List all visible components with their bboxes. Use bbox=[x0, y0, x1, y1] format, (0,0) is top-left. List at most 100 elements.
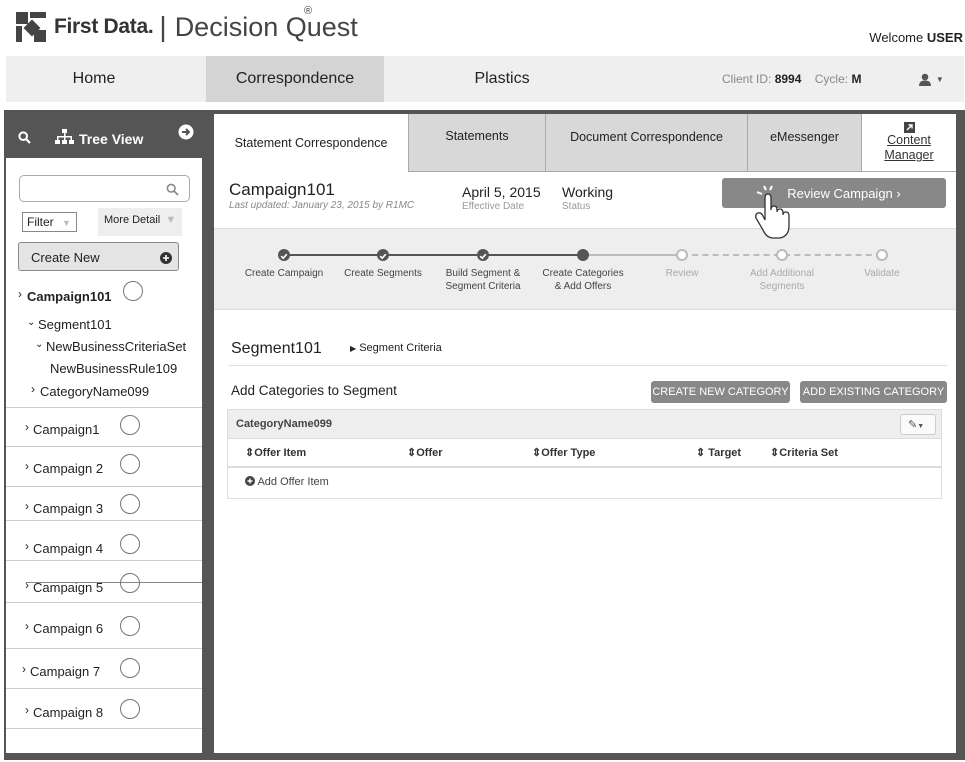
segment-title: Segment101 bbox=[231, 340, 322, 357]
nav-tab-home[interactable]: Home bbox=[6, 56, 182, 102]
progress-line-partial bbox=[583, 254, 682, 256]
tree-item-category[interactable]: › CategoryName099 bbox=[6, 380, 202, 408]
campaign-list-item[interactable]: › Campaign 5 bbox=[6, 561, 202, 603]
step-indicator-done[interactable] bbox=[278, 249, 290, 261]
step-label: Review bbox=[632, 267, 732, 280]
chevron-right-icon: › bbox=[25, 703, 29, 717]
campaign-select-circle[interactable] bbox=[120, 573, 140, 593]
tab-statements[interactable]: Statements bbox=[408, 114, 545, 172]
nav-tab-plastics[interactable]: Plastics bbox=[406, 56, 598, 102]
tree-item-segment[interactable]: ⌄ Segment101 bbox=[6, 314, 202, 336]
step-indicator-todo[interactable] bbox=[776, 249, 788, 261]
column-header-offer[interactable]: ⇕Offer bbox=[407, 446, 443, 459]
campaign-select-circle[interactable] bbox=[120, 699, 140, 719]
arrow-right-circle-icon[interactable] bbox=[178, 124, 194, 140]
step-indicator-todo[interactable] bbox=[676, 249, 688, 261]
last-updated-text: Last updated: January 23, 2015 by R1MC bbox=[229, 200, 415, 211]
campaign-select-circle[interactable] bbox=[120, 658, 140, 678]
campaign-list-item[interactable]: › Campaign 8 bbox=[6, 689, 202, 729]
effective-date-label: Effective Date bbox=[462, 201, 525, 212]
campaign-title: Campaign101 bbox=[229, 180, 335, 199]
user-menu-button[interactable]: ▼ bbox=[918, 70, 944, 86]
top-navigation: Home Correspondence Plastics Client ID: … bbox=[6, 56, 964, 102]
step-label-line: Segments bbox=[759, 281, 805, 292]
campaign-select-circle[interactable] bbox=[120, 415, 140, 435]
step-label: Create Segments bbox=[333, 267, 433, 280]
progress-line-complete bbox=[284, 254, 583, 256]
search-icon[interactable] bbox=[18, 131, 31, 144]
progress-steps: Create Campaign Create Segments Build Segm… bbox=[214, 228, 956, 310]
chevron-right-icon: › bbox=[31, 382, 35, 396]
step-indicator-done[interactable] bbox=[477, 249, 489, 261]
tree-item-criteria-set[interactable]: ⌄ NewBusinessCriteriaSet bbox=[6, 336, 202, 358]
effective-date: April 5, 2015 bbox=[462, 184, 541, 200]
campaign-select-circle[interactable] bbox=[120, 534, 140, 554]
campaign-list-item[interactable]: › Campaign 3 bbox=[6, 487, 202, 521]
category-name: CategoryName099 bbox=[236, 418, 332, 430]
more-detail-dropdown[interactable]: More Detail ▼ bbox=[98, 208, 182, 236]
step-label: Add Additional Segments bbox=[732, 267, 832, 293]
campaign-select-circle[interactable] bbox=[120, 494, 140, 514]
sidebar-search-input[interactable] bbox=[19, 175, 190, 202]
add-existing-category-button[interactable]: ADD EXISTING CATEGORY bbox=[800, 381, 947, 403]
campaign-list-item[interactable]: › Campaign 2 bbox=[6, 447, 202, 487]
tree-item-rule[interactable]: NewBusinessRule109 bbox=[6, 358, 202, 380]
status-value: Working bbox=[562, 184, 614, 200]
step-label-line: Add Additional bbox=[750, 268, 814, 279]
product-name: Decision Quest bbox=[174, 11, 358, 42]
column-header-offer-item[interactable]: ⇕Offer Item bbox=[245, 446, 306, 459]
campaign-list-item[interactable]: › Campaign 7 bbox=[6, 649, 202, 689]
step-label-line: Validate bbox=[864, 268, 900, 279]
chevron-down-icon: ⌄ bbox=[35, 339, 44, 350]
create-new-button[interactable]: Create New bbox=[18, 242, 179, 271]
category-header: CategoryName099 ✎▼ bbox=[228, 410, 941, 439]
sort-icon: ⇕ bbox=[407, 447, 417, 459]
add-offer-item-link[interactable]: Add Offer Item bbox=[245, 476, 329, 488]
step-indicator-done[interactable] bbox=[377, 249, 389, 261]
column-header-criteria-set[interactable]: ⇕Criteria Set bbox=[770, 446, 838, 459]
chevron-right-icon: › bbox=[22, 662, 26, 676]
step-label-line: Build Segment & bbox=[445, 268, 521, 279]
step-label-line: Create Categories bbox=[542, 268, 624, 279]
step-label-line: & Add Offers bbox=[554, 281, 612, 292]
campaign-list-item[interactable]: › Campaign1 bbox=[6, 408, 202, 447]
tab-statement-correspondence[interactable]: Statement Correspondence bbox=[214, 114, 408, 172]
column-header-target[interactable]: ⇕ Target bbox=[696, 446, 741, 459]
chevron-right-icon: › bbox=[25, 578, 29, 592]
campaign-select-circle[interactable] bbox=[120, 454, 140, 474]
step-label-line: Create Segments bbox=[344, 268, 422, 279]
tab-content-manager[interactable]: Content Manager bbox=[861, 114, 956, 172]
step-indicator-current[interactable] bbox=[577, 249, 589, 261]
tab-emessenger[interactable]: eMessenger bbox=[747, 114, 861, 172]
campaign-select-circle[interactable] bbox=[123, 281, 143, 301]
segment-criteria-link[interactable]: ▶ Segment Criteria bbox=[350, 342, 442, 354]
check-icon bbox=[379, 253, 387, 260]
welcome-text: Welcome USER bbox=[869, 30, 963, 45]
campaign-list-item[interactable]: › Campaign 4 bbox=[6, 521, 202, 561]
chevron-right-icon: › bbox=[25, 539, 29, 553]
step-indicator-todo[interactable] bbox=[876, 249, 888, 261]
plus-circle-icon bbox=[160, 252, 172, 264]
chevron-right-icon: › bbox=[18, 287, 22, 301]
step-label-line: Segment Criteria bbox=[445, 281, 521, 292]
campaign-select-circle[interactable] bbox=[120, 616, 140, 636]
nav-tab-correspondence[interactable]: Correspondence bbox=[206, 56, 384, 102]
check-icon bbox=[479, 253, 487, 260]
caret-down-icon: ▼ bbox=[165, 214, 177, 226]
client-cycle-info: Client ID: 8994 Cycle: M bbox=[722, 72, 862, 86]
column-header-offer-type[interactable]: ⇕Offer Type bbox=[532, 446, 595, 459]
status-label: Status bbox=[562, 201, 591, 212]
external-link-icon bbox=[903, 122, 915, 133]
edit-dropdown-button[interactable]: ✎▼ bbox=[900, 414, 936, 435]
campaign-list-item[interactable]: › Campaign 6 bbox=[6, 603, 202, 649]
brand-name: First Data. bbox=[54, 15, 154, 38]
create-new-category-button[interactable]: CREATE NEW CATEGORY bbox=[651, 381, 790, 403]
filter-dropdown[interactable]: Filter ▼ bbox=[22, 212, 77, 232]
tree-item-campaign-expanded[interactable]: › Campaign101 bbox=[6, 278, 202, 308]
tree-view-icon bbox=[55, 129, 74, 144]
chevron-right-icon: › bbox=[25, 459, 29, 473]
pencil-icon: ✎ bbox=[908, 419, 918, 431]
main-content: Statement Correspondence Statements Docu… bbox=[214, 114, 956, 753]
tab-document-correspondence[interactable]: Document Correspondence bbox=[545, 114, 747, 172]
tree-view-label[interactable]: Tree View bbox=[79, 131, 143, 147]
